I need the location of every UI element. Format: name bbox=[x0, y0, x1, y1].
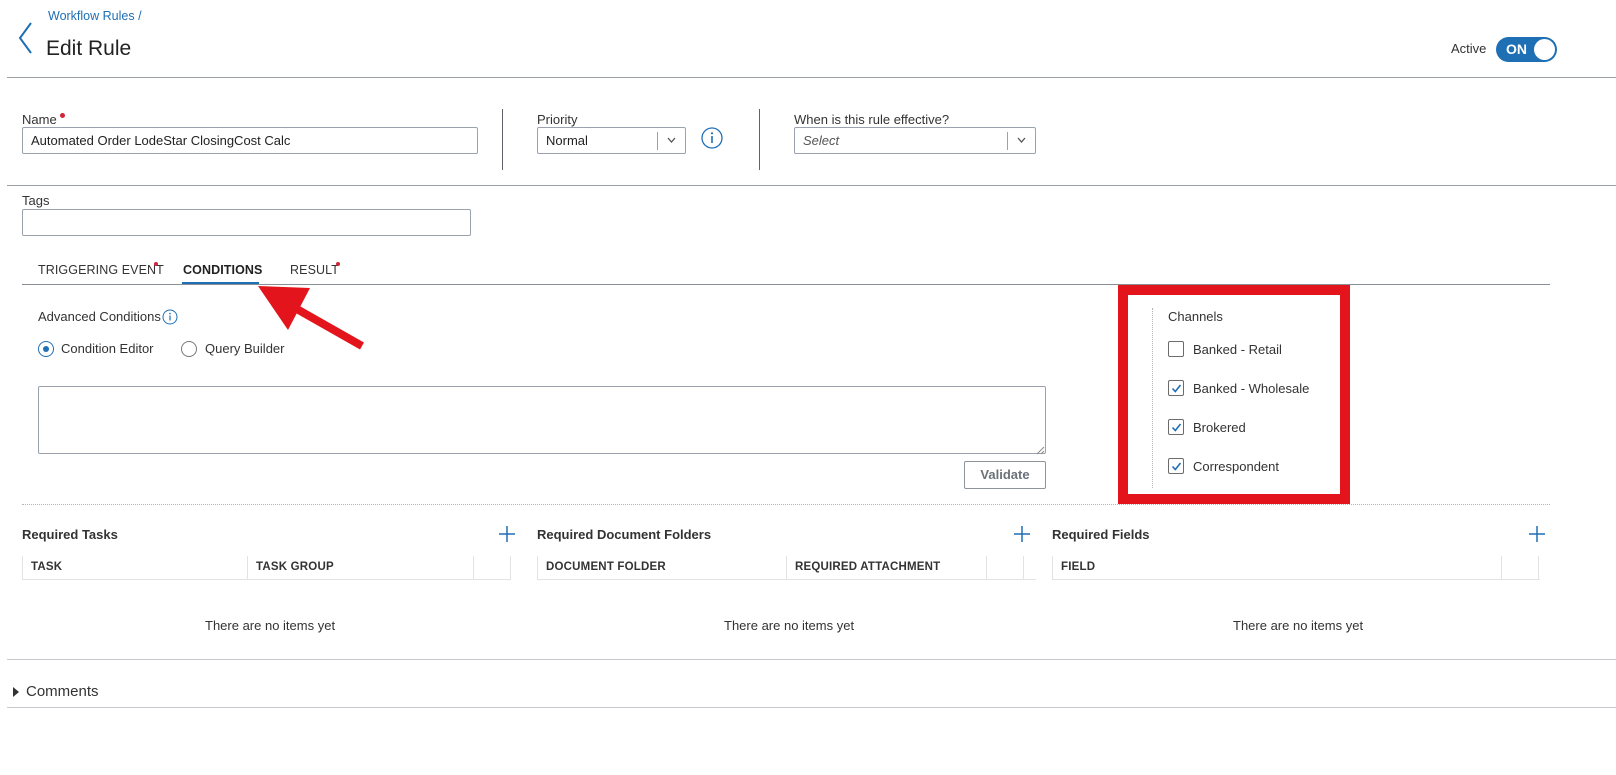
plus-icon[interactable] bbox=[1527, 524, 1547, 545]
required-indicator bbox=[60, 113, 65, 118]
toggle-knob bbox=[1534, 39, 1555, 60]
breadcrumb[interactable]: Workflow Rules / bbox=[48, 9, 142, 23]
priority-value: Normal bbox=[546, 133, 588, 148]
tags-input[interactable] bbox=[22, 209, 471, 236]
empty-state: There are no items yet bbox=[205, 618, 336, 633]
select-divider bbox=[1007, 132, 1008, 150]
advanced-conditions-label: Advanced Conditions bbox=[38, 309, 161, 324]
name-label: Name bbox=[22, 112, 57, 127]
column-divider bbox=[22, 556, 23, 580]
condition-editor-textarea[interactable] bbox=[38, 386, 1046, 454]
resize-handle-icon[interactable] bbox=[1035, 443, 1045, 455]
info-icon[interactable] bbox=[701, 127, 723, 149]
required-indicator bbox=[154, 262, 158, 266]
validate-button[interactable]: Validate bbox=[964, 461, 1046, 489]
column-header: TASK GROUP bbox=[256, 561, 334, 573]
section-separator bbox=[22, 504, 1550, 505]
tab-triggering-event[interactable]: TRIGGERING EVENT bbox=[38, 263, 164, 277]
info-icon[interactable] bbox=[162, 309, 178, 325]
column-divider bbox=[1052, 556, 1053, 580]
tags-label: Tags bbox=[22, 193, 50, 208]
required-fields-title: Required Fields bbox=[1052, 527, 1150, 542]
effective-placeholder: Select bbox=[803, 133, 840, 148]
required-indicator bbox=[336, 262, 340, 266]
section-divider bbox=[7, 707, 1616, 708]
column-header: FIELD bbox=[1061, 561, 1096, 573]
header-divider bbox=[7, 77, 1616, 78]
plus-icon[interactable] bbox=[497, 524, 517, 545]
column-divider bbox=[537, 556, 538, 580]
radio-condition-editor[interactable] bbox=[38, 341, 54, 357]
column-divider bbox=[1023, 556, 1024, 580]
active-label: Active bbox=[1451, 41, 1487, 56]
page-title: Edit Rule bbox=[46, 37, 132, 60]
comments-toggle[interactable]: Comments bbox=[12, 683, 132, 701]
highlight-box bbox=[1118, 285, 1350, 504]
priority-label: Priority bbox=[537, 112, 578, 127]
name-input[interactable]: Automated Order LodeStar ClosingCost Cal… bbox=[22, 127, 478, 154]
column-divider bbox=[1538, 556, 1539, 580]
radio-condition-editor-label: Condition Editor bbox=[61, 341, 154, 356]
priority-select[interactable]: Normal bbox=[537, 127, 686, 154]
annotation-arrow bbox=[250, 280, 370, 355]
field-divider bbox=[759, 109, 760, 170]
plus-icon[interactable] bbox=[1012, 524, 1032, 545]
tab-result[interactable]: RESULT bbox=[290, 263, 339, 277]
empty-state: There are no items yet bbox=[724, 618, 855, 633]
select-divider bbox=[657, 132, 658, 150]
effective-select[interactable]: Select bbox=[794, 127, 1036, 154]
active-toggle[interactable]: ON bbox=[1496, 37, 1557, 62]
column-divider bbox=[986, 556, 987, 580]
toggle-label: ON bbox=[1506, 41, 1527, 57]
field-divider bbox=[502, 109, 503, 170]
required-folders-title: Required Document Folders bbox=[537, 527, 712, 542]
column-divider bbox=[510, 556, 511, 580]
column-divider bbox=[786, 556, 787, 580]
column-header: DOCUMENT FOLDER bbox=[546, 561, 666, 573]
table-header bbox=[1052, 554, 1540, 580]
effective-label: When is this rule effective? bbox=[794, 112, 950, 127]
chevron-down-icon bbox=[1016, 132, 1027, 153]
radio-query-builder[interactable] bbox=[181, 341, 197, 357]
column-header: REQUIRED ATTACHMENT bbox=[795, 561, 941, 573]
required-tasks-title: Required Tasks bbox=[22, 527, 118, 542]
column-header: TASK bbox=[31, 561, 63, 573]
tab-conditions[interactable]: CONDITIONS bbox=[183, 263, 262, 277]
chevron-down-icon bbox=[666, 132, 677, 153]
column-divider bbox=[473, 556, 474, 580]
section-divider bbox=[7, 659, 1616, 660]
column-divider bbox=[247, 556, 248, 580]
column-divider bbox=[1501, 556, 1502, 580]
empty-state: There are no items yet bbox=[1233, 618, 1364, 633]
comments-label: Comments bbox=[26, 683, 99, 700]
back-chevron-icon[interactable] bbox=[16, 20, 36, 56]
caret-right-icon bbox=[13, 687, 19, 697]
section-divider bbox=[7, 185, 1616, 186]
